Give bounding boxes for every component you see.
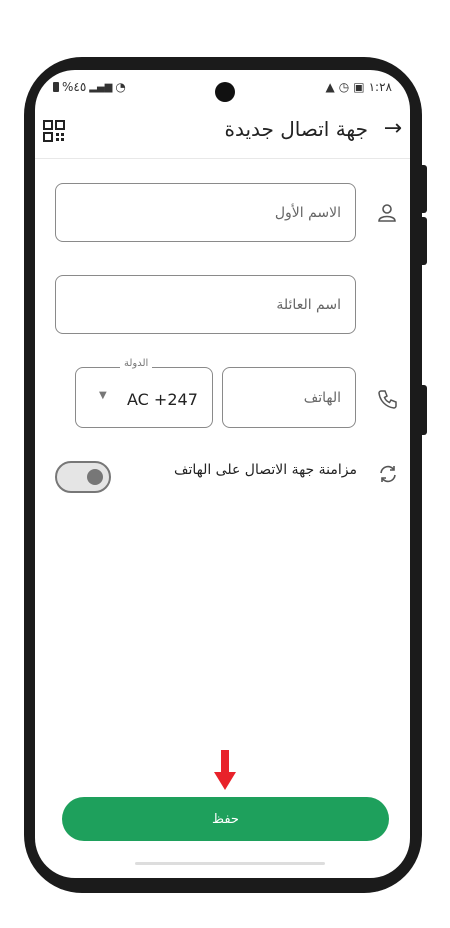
image-icon: ▣: [353, 80, 365, 94]
first-name-field[interactable]: الاسم الأول: [55, 183, 356, 242]
alarm-icon: ◷: [338, 80, 350, 94]
qr-code-icon[interactable]: [43, 120, 65, 142]
warning-icon: ▲: [325, 80, 335, 94]
phone-field[interactable]: الهاتف: [222, 367, 356, 428]
save-button-label: حفظ: [212, 811, 239, 827]
back-arrow-icon[interactable]: →: [384, 116, 402, 141]
side-button: [422, 385, 427, 435]
country-label: الدولة: [120, 358, 153, 369]
sync-label: مزامنة جهة الاتصال على الهاتف: [173, 462, 357, 478]
clock: ١:٢٨: [368, 80, 392, 94]
sync-toggle[interactable]: [55, 461, 111, 493]
page-title: جهة اتصال جديدة: [224, 117, 368, 141]
signal-icon: ▂▄▆: [89, 81, 113, 93]
phone-placeholder: الهاتف: [303, 389, 341, 406]
person-icon: [377, 203, 397, 227]
last-name-field[interactable]: اسم العائلة: [55, 275, 356, 334]
status-left: %٤٥ ▂▄▆ ◔: [53, 80, 126, 94]
red-arrow-annotation: [214, 750, 236, 790]
home-indicator: [135, 862, 325, 865]
battery-icon: [53, 82, 59, 92]
app-header: جهة اتصال جديدة →: [35, 106, 410, 159]
save-button[interactable]: حفظ: [62, 797, 389, 841]
power-button: [422, 165, 427, 213]
first-name-placeholder: الاسم الأول: [274, 204, 341, 221]
volume-button: [422, 217, 427, 265]
last-name-placeholder: اسم العائلة: [276, 296, 341, 313]
phone-icon: [377, 388, 399, 414]
wifi-icon: ◔: [115, 80, 126, 94]
toggle-knob: [87, 469, 103, 485]
country-value: AC +247: [127, 390, 198, 409]
status-right: ▲ ◷ ▣ ١:٢٨: [326, 80, 392, 94]
status-bar: %٤٥ ▂▄▆ ◔ ▲ ◷ ▣ ١:٢٨: [35, 70, 410, 106]
sync-icon: [377, 463, 399, 489]
front-camera: [215, 82, 235, 102]
chevron-down-icon: ▼: [99, 390, 107, 401]
battery-level: %٤٥: [62, 80, 87, 94]
